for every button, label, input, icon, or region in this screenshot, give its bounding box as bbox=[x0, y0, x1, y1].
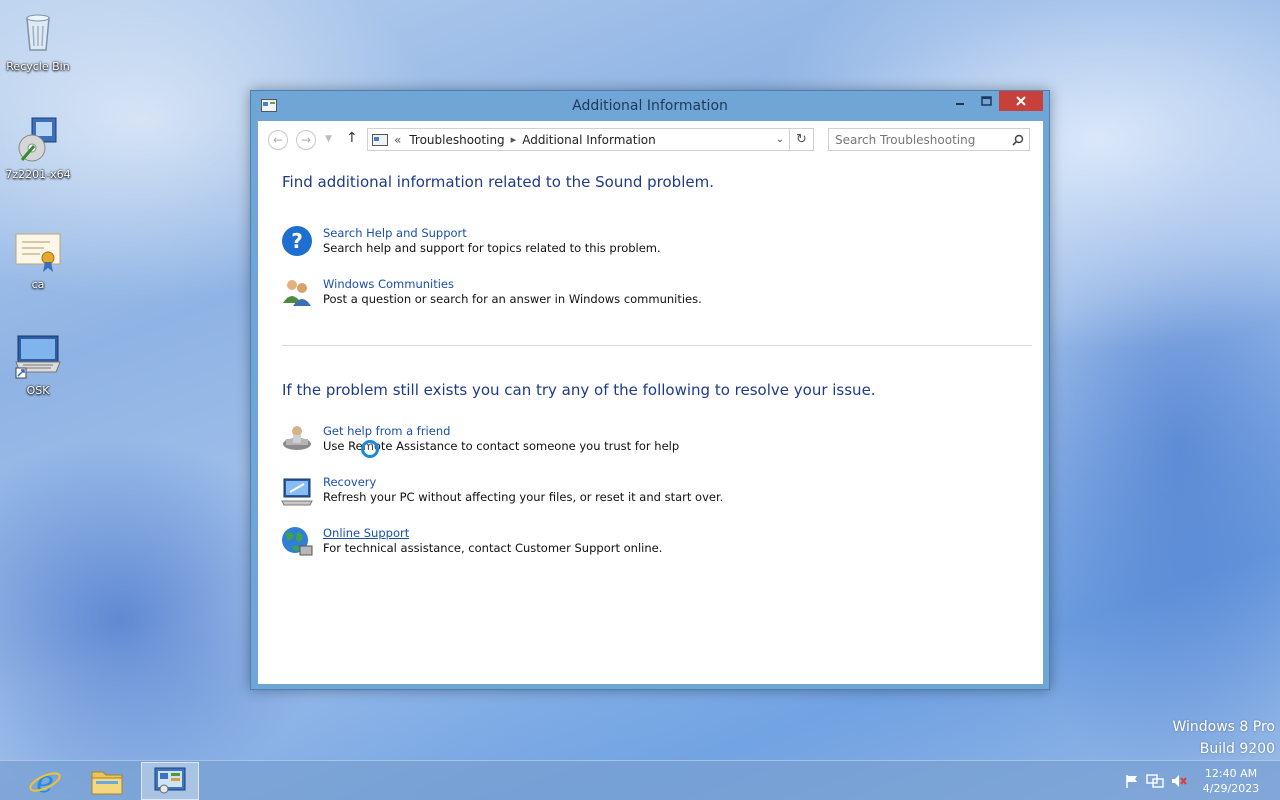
search-help-description: Search help and support for topics relat… bbox=[323, 241, 661, 255]
action-center-flag-icon[interactable] bbox=[1123, 773, 1141, 789]
desktop-icon-label: Recycle Bin bbox=[6, 60, 70, 73]
minimize-icon bbox=[956, 103, 964, 105]
recovery-icon bbox=[281, 478, 313, 506]
control-panel-icon bbox=[372, 133, 388, 146]
section-divider bbox=[282, 345, 1032, 346]
get-help-from-friend-link[interactable]: Get help from a friend bbox=[323, 424, 679, 439]
window-client-area: ← → ▼ ↑ « Troubleshooting ▸ Additional I… bbox=[258, 121, 1043, 684]
taskbar-clock[interactable]: 12:40 AM 4/29/2023 bbox=[1196, 766, 1266, 796]
taskbar: e 12:40 AM 4/29/2023 bbox=[0, 760, 1280, 800]
arrow-up-icon: ↑ bbox=[346, 130, 358, 146]
desktop-icon-ca[interactable]: ca bbox=[0, 226, 76, 291]
address-bar[interactable]: « Troubleshooting ▸ Additional Informati… bbox=[367, 128, 790, 151]
task-recovery[interactable]: Recovery Refresh your PC without affecti… bbox=[280, 473, 723, 507]
community-users-icon bbox=[283, 280, 311, 306]
search-placeholder: Search Troubleshooting bbox=[835, 132, 976, 147]
recent-locations-button[interactable]: ▼ bbox=[325, 134, 332, 144]
additional-information-window[interactable]: Additional Information ← → ▼ ↑ « Trouble… bbox=[250, 90, 1050, 690]
refresh-icon: ↻ bbox=[796, 132, 807, 147]
desktop-icon-label: 7z2201-x64 bbox=[5, 168, 71, 181]
task-get-help-from-friend[interactable]: Get help from a friend Use Remote Assist… bbox=[280, 422, 679, 456]
taskbar-internet-explorer[interactable]: e bbox=[16, 762, 74, 800]
help-question-icon: ? bbox=[282, 226, 312, 256]
taskbar-file-explorer[interactable] bbox=[78, 762, 136, 800]
window-title: Additional Information bbox=[572, 98, 728, 114]
breadcrumb-troubleshooting[interactable]: Troubleshooting bbox=[409, 133, 504, 147]
back-button[interactable]: ← bbox=[268, 130, 288, 150]
chevron-down-icon: ▼ bbox=[325, 134, 332, 144]
address-dropdown-icon[interactable]: ⌄ bbox=[771, 134, 789, 145]
search-icon[interactable] bbox=[1007, 134, 1029, 146]
title-bar[interactable]: Additional Information bbox=[251, 91, 1049, 121]
search-box[interactable]: Search Troubleshooting bbox=[828, 128, 1030, 151]
breadcrumb-overflow[interactable]: « bbox=[394, 133, 401, 147]
section-heading-resolve: If the problem still exists you can try … bbox=[282, 381, 876, 399]
folder-icon bbox=[91, 771, 123, 795]
section-heading-additional-info: Find additional information related to t… bbox=[282, 173, 714, 191]
clock-date: 4/29/2023 bbox=[1202, 782, 1260, 795]
globe-icon bbox=[282, 527, 313, 556]
desktop-icon-7zip[interactable]: 7z2201-x64 bbox=[0, 116, 76, 181]
desktop-icon-osk[interactable]: OSK bbox=[0, 332, 76, 397]
forward-button[interactable]: → bbox=[296, 130, 316, 150]
svg-text:e: e bbox=[36, 765, 54, 798]
task-search-help[interactable]: ? Search Help and Support Search help an… bbox=[280, 224, 661, 258]
arrow-left-icon: ← bbox=[272, 133, 284, 147]
breadcrumb-additional-information[interactable]: Additional Information bbox=[522, 133, 656, 147]
search-help-link[interactable]: Search Help and Support bbox=[323, 226, 661, 241]
refresh-button[interactable]: ↻ bbox=[790, 128, 814, 151]
mouse-cursor-indicator bbox=[361, 440, 379, 458]
watermark-build: Build 9200 bbox=[1199, 741, 1275, 757]
task-online-support[interactable]: Online Support For technical assistance,… bbox=[280, 524, 662, 558]
online-support-link[interactable]: Online Support bbox=[323, 526, 662, 541]
breadcrumb-separator-icon[interactable]: ▸ bbox=[511, 133, 517, 146]
clock-time: 12:40 AM bbox=[1204, 767, 1258, 780]
arrow-right-icon: → bbox=[300, 133, 312, 147]
windows-communities-description: Post a question or search for an answer … bbox=[323, 292, 702, 306]
navigation-bar: ← → ▼ ↑ « Troubleshooting ▸ Additional I… bbox=[258, 121, 1043, 159]
keyboard-shortcut-icon bbox=[15, 335, 61, 379]
certificate-icon bbox=[15, 233, 61, 272]
close-icon bbox=[1016, 96, 1026, 106]
recycle-bin-icon bbox=[26, 14, 50, 51]
windows-communities-link[interactable]: Windows Communities bbox=[323, 277, 702, 292]
installer-icon bbox=[18, 117, 57, 162]
maximize-icon bbox=[980, 96, 992, 106]
desktop-icon-label: ca bbox=[31, 278, 45, 291]
watermark-edition: Windows 8 Pro bbox=[1172, 719, 1275, 735]
desktop-icon-label: OSK bbox=[26, 384, 50, 397]
recovery-link[interactable]: Recovery bbox=[323, 475, 723, 490]
windows-version-watermark: Windows 8 Pro Build 9200 bbox=[1172, 716, 1275, 760]
svg-text:?: ? bbox=[291, 229, 303, 253]
taskbar-control-panel[interactable] bbox=[141, 762, 199, 800]
desktop-icon-recycle-bin[interactable]: Recycle Bin bbox=[0, 8, 76, 73]
online-support-description: For technical assistance, contact Custom… bbox=[323, 541, 663, 555]
up-button[interactable]: ↑ bbox=[346, 130, 358, 146]
recovery-description: Refresh your PC without affecting your f… bbox=[323, 490, 724, 504]
volume-muted-icon[interactable] bbox=[1170, 773, 1188, 789]
minimize-button[interactable] bbox=[947, 91, 973, 111]
network-icon[interactable] bbox=[1146, 773, 1164, 789]
internet-explorer-icon: e bbox=[29, 765, 61, 798]
close-button[interactable] bbox=[999, 91, 1043, 111]
remote-assistance-icon bbox=[283, 426, 311, 450]
task-windows-communities[interactable]: Windows Communities Post a question or s… bbox=[280, 275, 702, 309]
control-panel-icon bbox=[154, 767, 186, 794]
maximize-button[interactable] bbox=[973, 91, 999, 111]
